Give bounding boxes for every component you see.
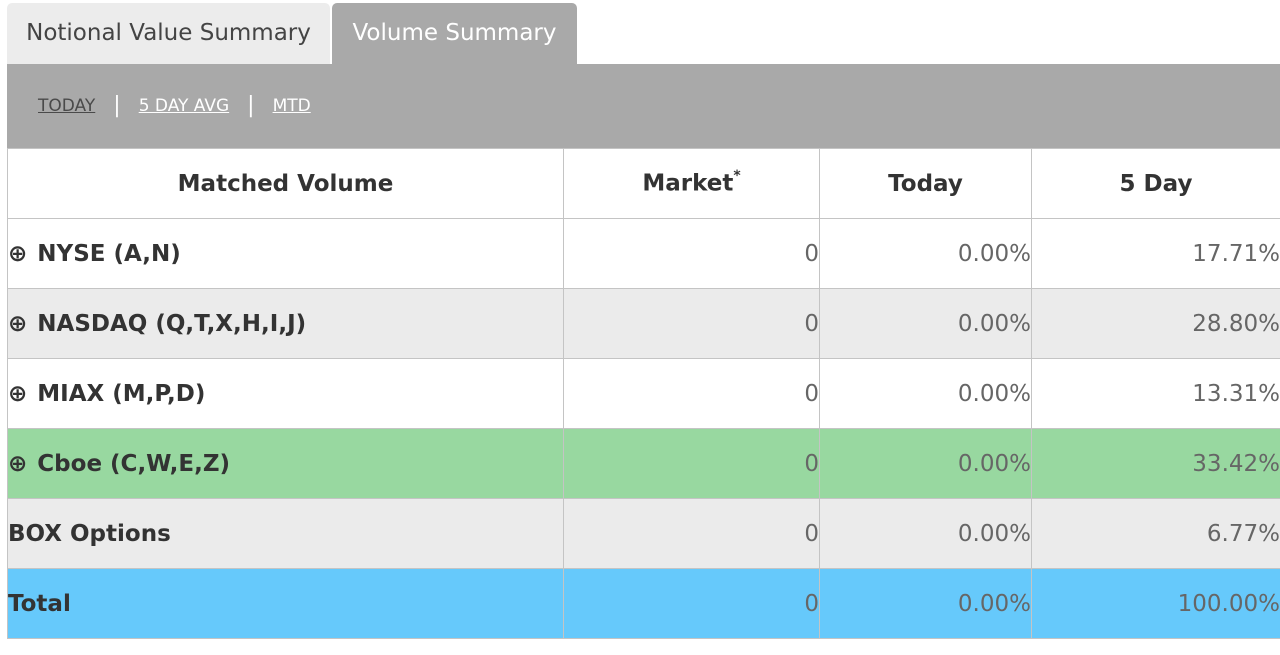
market-value: 0: [563, 218, 820, 289]
market-footnote-marker: *: [733, 168, 741, 185]
expand-icon[interactable]: ⊕: [8, 381, 27, 407]
market-value: 0: [563, 568, 820, 639]
five-day-value: 33.42%: [1031, 428, 1280, 499]
exchange-name: Cboe (C,W,E,Z): [37, 450, 231, 477]
period-link-5-day-avg[interactable]: 5 DAY AVG: [139, 96, 229, 116]
period-separator: |: [113, 92, 121, 118]
five-day-value: 6.77%: [1031, 498, 1280, 569]
table-row-cboe[interactable]: ⊕ Cboe (C,W,E,Z) 0 0.00% 33.42%: [7, 428, 1280, 499]
period-filter-bar: TODAY | 5 DAY AVG | MTD: [7, 64, 1280, 148]
exchange-name: NYSE (A,N): [37, 240, 181, 267]
five-day-value: 17.71%: [1031, 218, 1280, 289]
volume-summary-table: Matched Volume Market* Today 5 Day ⊕ NYS…: [7, 148, 1280, 639]
market-value: 0: [563, 288, 820, 359]
today-value: 0.00%: [819, 428, 1032, 499]
column-header-matched-volume: Matched Volume: [7, 148, 564, 219]
column-header-today: Today: [819, 148, 1032, 219]
exchange-name: MIAX (M,P,D): [37, 380, 206, 407]
period-separator: |: [247, 92, 255, 118]
column-header-5-day: 5 Day: [1031, 148, 1280, 219]
exchange-name: BOX Options: [7, 498, 564, 569]
expand-icon[interactable]: ⊕: [8, 311, 27, 337]
today-value: 0.00%: [819, 288, 1032, 359]
tab-notional-value-summary[interactable]: Notional Value Summary: [7, 3, 330, 64]
table-row-box-options: BOX Options 0 0.00% 6.77%: [7, 498, 1280, 569]
market-value: 0: [563, 358, 820, 429]
expand-icon[interactable]: ⊕: [8, 451, 27, 477]
market-value: 0: [563, 428, 820, 499]
period-link-today[interactable]: TODAY: [38, 96, 95, 116]
table-header-row: Matched Volume Market* Today 5 Day: [7, 148, 1280, 219]
total-label: Total: [7, 568, 564, 639]
table-row-nyse[interactable]: ⊕ NYSE (A,N) 0 0.00% 17.71%: [7, 218, 1280, 289]
expand-icon[interactable]: ⊕: [8, 241, 27, 267]
exchange-name: NASDAQ (Q,T,X,H,I,J): [37, 310, 307, 337]
today-value: 0.00%: [819, 358, 1032, 429]
tab-bar: Notional Value Summary Volume Summary: [0, 0, 1280, 64]
period-link-mtd[interactable]: MTD: [273, 96, 311, 116]
five-day-value: 28.80%: [1031, 288, 1280, 359]
five-day-value: 100.00%: [1031, 568, 1280, 639]
table-row-miax[interactable]: ⊕ MIAX (M,P,D) 0 0.00% 13.31%: [7, 358, 1280, 429]
today-value: 0.00%: [819, 568, 1032, 639]
five-day-value: 13.31%: [1031, 358, 1280, 429]
table-row-nasdaq[interactable]: ⊕ NASDAQ (Q,T,X,H,I,J) 0 0.00% 28.80%: [7, 288, 1280, 359]
table-row-total: Total 0 0.00% 100.00%: [7, 568, 1280, 639]
column-header-market: Market*: [563, 148, 820, 219]
market-value: 0: [563, 498, 820, 569]
today-value: 0.00%: [819, 498, 1032, 569]
tab-volume-summary[interactable]: Volume Summary: [332, 3, 577, 64]
today-value: 0.00%: [819, 218, 1032, 289]
